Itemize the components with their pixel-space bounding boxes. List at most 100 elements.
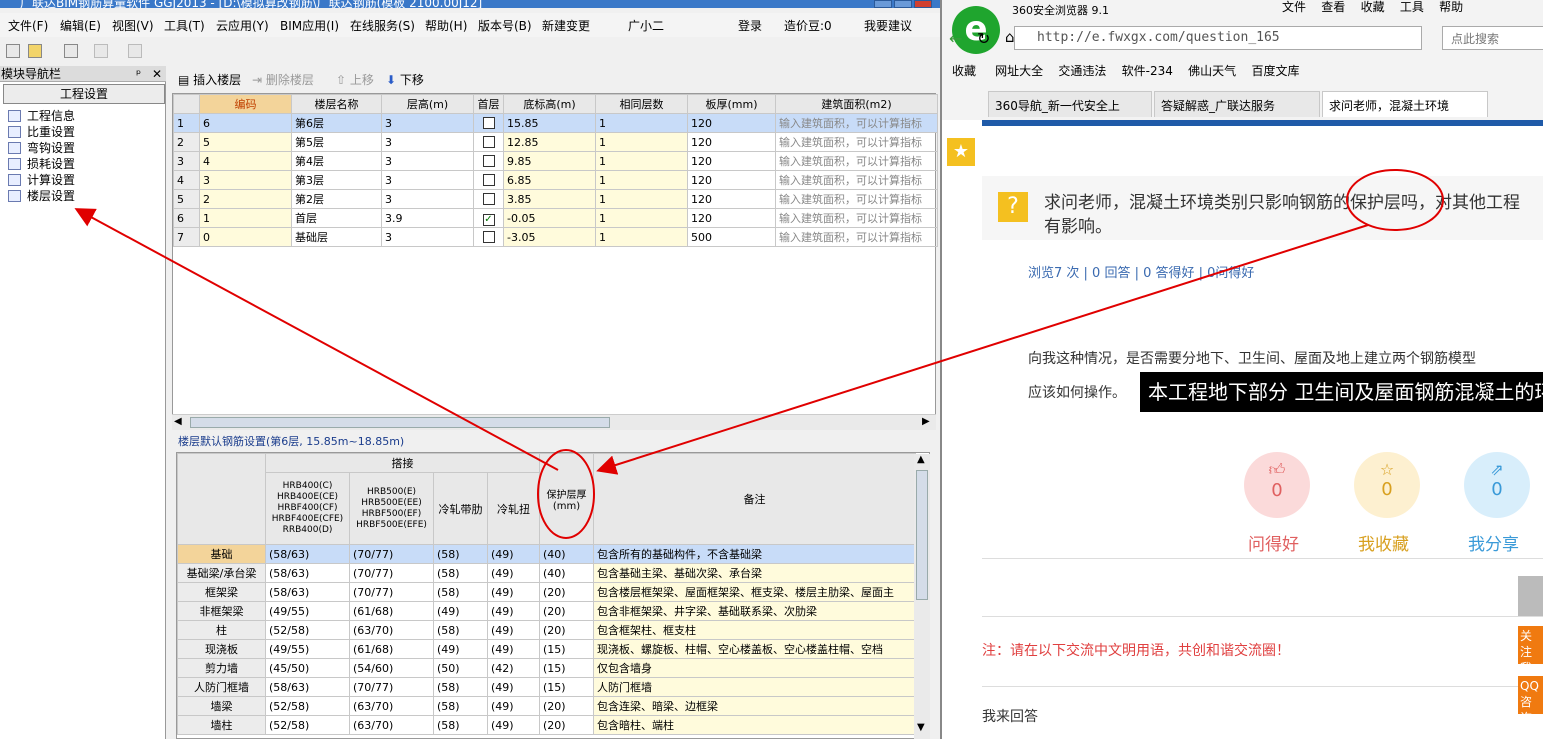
floor-row[interactable]: 1 6 第6层 3 15.85 1 120 输入建筑面积，可以计算指标 [173,113,938,133]
lap-hrb400-cell[interactable]: (49/55) [265,639,350,659]
floor-name-cell[interactable]: 第2层 [291,189,382,209]
cold-ribbed-cell[interactable]: (58) [433,696,488,716]
nav-item-density[interactable]: 比重设置 [8,124,158,140]
remarks-cell[interactable]: 包含连梁、暗梁、边框梁 [593,696,916,716]
browser-menu-tools[interactable]: 工具 [1400,0,1424,14]
rebar-row[interactable]: 基础 (58/63) (70/77) (58) (49) (40) 包含所有的基础构件，不含… [177,544,916,564]
horizontal-scrollbar[interactable]: ◀ ▶ [172,414,936,430]
rebar-row[interactable]: 墙柱 (52/58) (63/70) (58) (49) (20) 包含暗柱、端柱 [177,715,916,735]
bookmark-sites[interactable]: 网址大全 [995,64,1043,78]
first-floor-checkbox[interactable] [482,192,495,205]
address-bar[interactable]: ← ↻ ⌂ http://e.fwxgx.com/question_165 [949,26,1422,50]
cold-twisted-cell[interactable]: (49) [487,544,540,564]
same-count-cell[interactable]: 1 [595,227,688,247]
col-header[interactable]: 首层 [473,94,504,114]
height-cell[interactable]: 3 [381,151,474,171]
hrb500-header[interactable]: HRB500(E) HRB500E(EE) HRBF500(EF) HRBF50… [349,472,434,545]
remarks-header[interactable]: 备注 [593,453,916,545]
same-count-cell[interactable]: 1 [595,189,688,209]
close-panel-icon[interactable]: ✕ [152,66,162,82]
tab-nav[interactable]: 360导航_新一代安全上 [988,91,1152,117]
cold-rolled-twisted-header[interactable]: 冷轧扭 [487,472,540,545]
remarks-cell[interactable]: 包含楼层框架梁、屋面框架梁、框支梁、楼层主肋梁、屋面主 [593,582,916,602]
move-up-button[interactable]: ⇧ 上移 [336,71,374,88]
follow-side-button[interactable]: 关注我们 [1518,626,1543,664]
first-floor-checkbox[interactable] [482,135,495,148]
nav-item-loss[interactable]: 损耗设置 [8,156,158,172]
area-cell[interactable]: 输入建筑面积，可以计算指标 [775,151,938,171]
floor-name-cell[interactable]: 第6层 [291,113,382,133]
code-cell[interactable]: 1 [199,208,292,228]
cold-twisted-cell[interactable]: (42) [487,658,540,678]
base-elev-cell[interactable]: 3.85 [503,189,596,209]
browser-menu-view[interactable]: 查看 [1321,0,1345,14]
floor-name-cell[interactable]: 第5层 [291,132,382,152]
cold-ribbed-cell[interactable]: (49) [433,639,488,659]
code-cell[interactable]: 3 [199,170,292,190]
collect-button[interactable]: ☆ 0 [1354,452,1420,518]
cover-cell[interactable]: (20) [539,582,594,602]
cold-ribbed-cell[interactable]: (58) [433,715,488,735]
menu-edit[interactable]: 编辑(E) [60,17,101,34]
code-cell[interactable]: 6 [199,113,292,133]
base-elev-cell[interactable]: 9.85 [503,151,596,171]
lap-hrb400-cell[interactable]: (52/58) [265,620,350,640]
remarks-cell[interactable]: 仅包含墙身 [593,658,916,678]
first-floor-checkbox[interactable] [482,116,495,129]
same-count-cell[interactable]: 1 [595,208,688,228]
open-folder-icon[interactable] [28,44,42,58]
save-icon[interactable] [64,44,78,58]
floor-row[interactable]: 3 4 第4层 3 9.85 1 120 输入建筑面积，可以计算指标 [173,151,938,171]
cold-twisted-cell[interactable]: (49) [487,639,540,659]
lap-hrb500-cell[interactable]: (70/77) [349,563,434,583]
height-cell[interactable]: 3 [381,227,474,247]
back-to-top-button[interactable] [1518,576,1543,616]
tab-question[interactable]: 求问老师，混凝土环境 [1322,91,1488,117]
cold-twisted-cell[interactable]: (49) [487,715,540,735]
remarks-cell[interactable]: 包含非框架梁、井字梁、基础联系梁、次肋梁 [593,601,916,621]
lap-hrb400-cell[interactable]: (58/63) [265,544,350,564]
floor-name-cell[interactable]: 第3层 [291,170,382,190]
like-label[interactable]: 问得好 [1248,530,1299,555]
height-cell[interactable]: 3.9 [381,208,474,228]
redo-icon[interactable] [128,44,142,58]
scroll-right-icon[interactable]: ▶ [922,416,930,427]
bookmark-wenku[interactable]: 百度文库 [1251,64,1299,78]
col-header[interactable]: 楼层名称 [291,94,382,114]
lap-hrb500-cell[interactable]: (70/77) [349,544,434,564]
close-button[interactable] [914,0,932,8]
menu-tools[interactable]: 工具(T) [164,17,205,34]
same-count-cell[interactable]: 1 [595,132,688,152]
same-count-cell[interactable]: 1 [595,170,688,190]
rebar-row[interactable]: 墙梁 (52/58) (63/70) (58) (49) (20) 包含连梁、暗梁、边框梁 [177,696,916,716]
nav-item-hook[interactable]: 弯钩设置 [8,140,158,156]
bookmark-fav[interactable]: 收藏 [952,64,976,78]
col-header[interactable]: 相同层数 [595,94,688,114]
col-header[interactable]: 建筑面积(m2) [775,94,938,114]
nav-item-project-info[interactable]: 工程信息 [8,108,158,124]
first-floor-cell[interactable] [473,227,504,247]
area-cell[interactable]: 输入建筑面积，可以计算指标 [775,132,938,152]
base-elev-cell[interactable]: 15.85 [503,113,596,133]
rebar-row[interactable]: 基础梁/承台梁 (58/63) (70/77) (58) (49) (40) 包含基础主梁、… [177,563,916,583]
lap-hrb400-cell[interactable]: (52/58) [265,715,350,735]
slab-thick-cell[interactable]: 120 [687,113,776,133]
height-cell[interactable]: 3 [381,189,474,209]
cold-rolled-ribbed-header[interactable]: 冷轧带肋 [433,472,488,545]
qq-side-button[interactable]: QQ咨询 [1518,676,1543,714]
search-box[interactable]: 点此搜索 [1442,26,1543,50]
code-cell[interactable]: 4 [199,151,292,171]
nav-item-floor[interactable]: 楼层设置 [8,188,158,204]
lap-hrb500-cell[interactable]: (70/77) [349,677,434,697]
share-label[interactable]: 我分享 [1468,530,1519,555]
cold-twisted-cell[interactable]: (49) [487,601,540,621]
remarks-cell[interactable]: 包含框架柱、框支柱 [593,620,916,640]
tab-faq[interactable]: 答疑解惑_广联达服务 [1154,91,1320,117]
lap-hrb400-cell[interactable]: (45/50) [265,658,350,678]
refresh-icon[interactable]: ↻ [977,29,990,48]
star-icon[interactable]: ★ [947,138,975,166]
lap-hrb400-cell[interactable]: (52/58) [265,696,350,716]
bookmark-traffic[interactable]: 交通违法 [1058,64,1106,78]
base-elev-cell[interactable]: 12.85 [503,132,596,152]
minimize-button[interactable] [874,0,892,8]
